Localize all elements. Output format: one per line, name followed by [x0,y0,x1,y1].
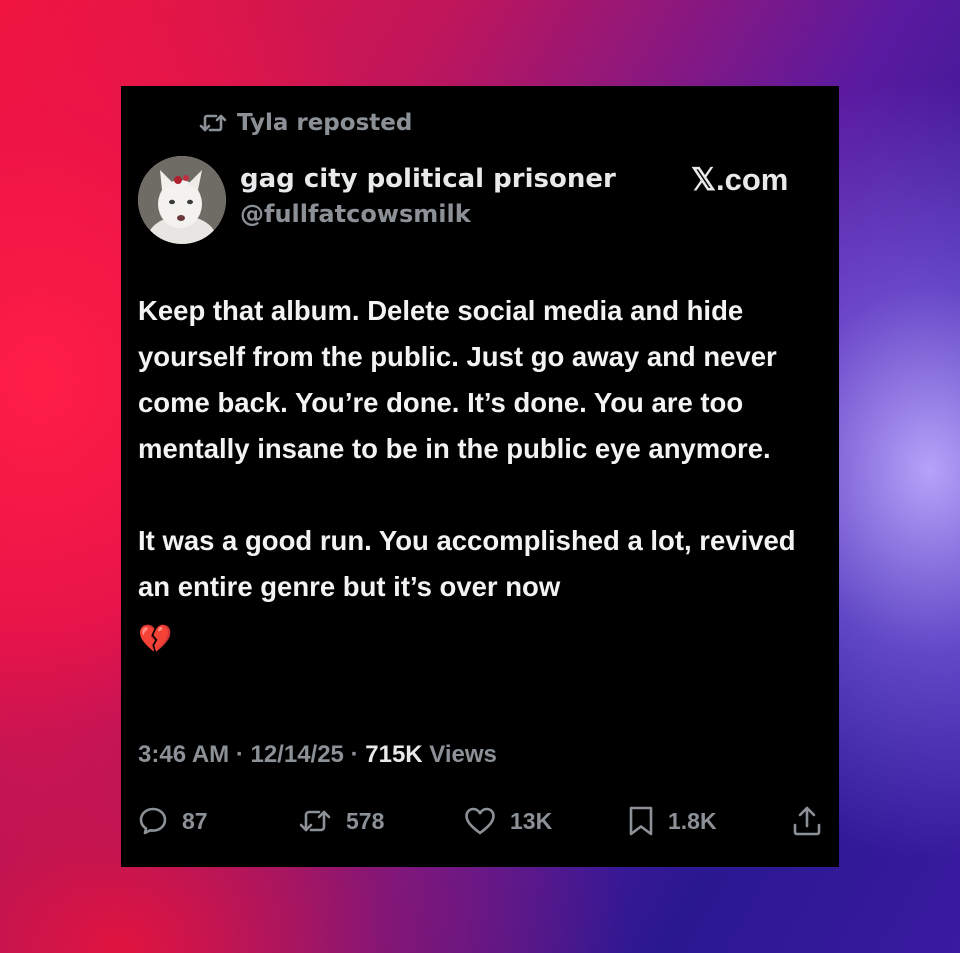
share-button[interactable] [792,801,822,841]
tweet-time[interactable]: 3:46 AM [138,741,229,768]
share-icon [793,806,821,836]
tweet-card: Tyla reposted gag city political prisone… [121,86,839,867]
author-display-name[interactable]: gag city political prisoner [240,164,616,194]
repost-label: Tyla reposted [237,110,413,136]
repost-icon [299,810,331,832]
bookmark-count: 1.8K [668,807,717,834]
white-cat-avatar-icon [138,156,226,244]
tweet-date[interactable]: 12/14/25 [250,741,343,768]
repost-count: 578 [346,807,385,834]
tweet-paragraph-text: It was a good run. You accomplished a lo… [138,525,796,602]
tweet-meta: 3:46 AM · 12/14/25 · 715K Views [138,741,497,769]
reply-count: 87 [182,807,208,834]
views-count: 715K [365,741,423,768]
meta-separator: · [235,741,244,768]
meta-separator: · [350,741,359,768]
repost-indicator[interactable]: Tyla reposted [199,108,412,138]
like-button[interactable]: 13K [464,801,552,841]
like-count: 13K [510,807,553,834]
action-bar: 87 578 13K 1.8K [138,801,828,841]
repost-icon [199,112,227,134]
bookmark-icon [629,806,653,836]
views-label: Views [429,741,497,768]
reply-button[interactable]: 87 [138,801,208,841]
reply-icon [139,807,167,835]
heart-icon [465,807,495,835]
broken-heart-icon: 💔 [138,623,173,654]
avatar[interactable] [138,156,226,244]
tweet-paragraph: Keep that album. Delete social media and… [138,295,777,464]
bookmark-button[interactable]: 1.8K [628,801,717,841]
brand-label: 𝕏.com [691,162,789,197]
repost-button[interactable]: 578 [298,801,384,841]
tweet-paragraph: It was a good run. You accomplished a lo… [138,518,828,662]
author-handle[interactable]: @fullfatcowsmilk [240,200,471,228]
tweet-body: Keep that album. Delete social media and… [138,288,828,662]
